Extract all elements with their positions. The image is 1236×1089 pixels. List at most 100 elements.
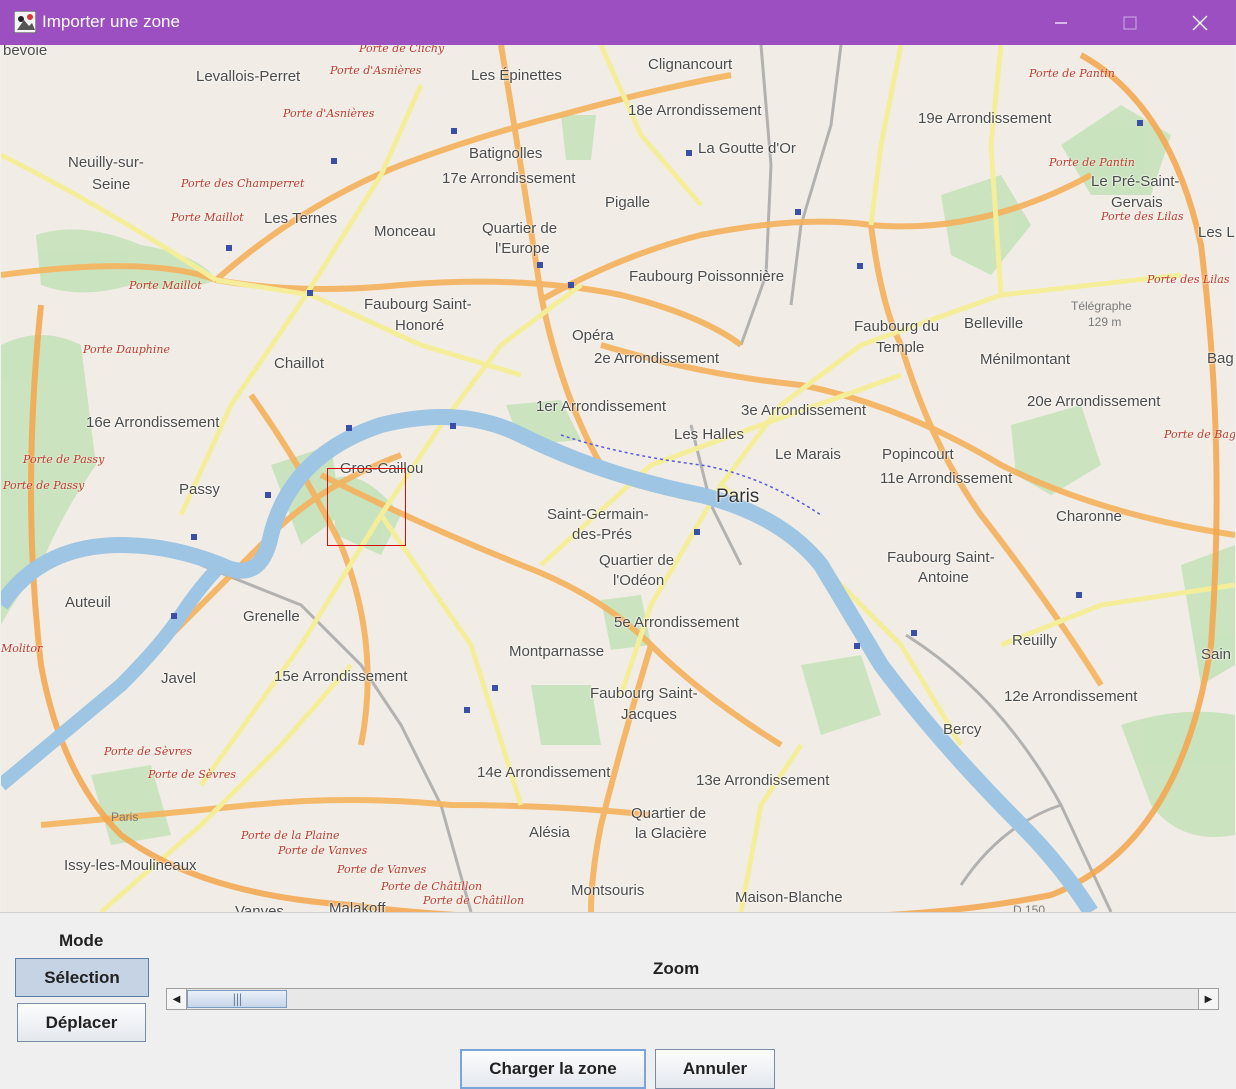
map-small-label: D 150 bbox=[1013, 903, 1046, 912]
selection-mode-button[interactable]: Sélection bbox=[15, 958, 149, 997]
gate-label: Porte de Passy bbox=[23, 453, 105, 466]
gate-label: Porte de la Plaine bbox=[241, 829, 340, 842]
map-label: Les L bbox=[1198, 224, 1235, 241]
map-label: Le Marais bbox=[775, 446, 841, 463]
map-label: l'Odéon bbox=[613, 572, 665, 589]
selection-rectangle[interactable] bbox=[327, 468, 406, 546]
map-label: 1er Arrondissement bbox=[536, 398, 667, 415]
scroll-right-button[interactable]: ▶ bbox=[1198, 988, 1219, 1010]
map-label: Charonne bbox=[1056, 508, 1122, 525]
map-small-label: Télégraphe bbox=[1071, 299, 1132, 313]
map-label: Saint-Germain- bbox=[547, 506, 649, 523]
gate-label: Porte de Vanves bbox=[278, 844, 368, 857]
map-label: Issy-les-Moulineaux bbox=[64, 857, 197, 874]
map-label: Popincourt bbox=[882, 446, 954, 463]
map-label: 14e Arrondissement bbox=[477, 764, 611, 781]
map-label: Faubourg du bbox=[854, 318, 940, 335]
map-label: bevoie bbox=[3, 45, 48, 59]
zoom-thumb[interactable]: ||| bbox=[187, 990, 287, 1008]
map-label: 17e Arrondissement bbox=[442, 170, 576, 187]
map-label: La Goutte d'Or bbox=[698, 140, 796, 157]
gate-label: Porte Maillot bbox=[171, 211, 244, 224]
map-label: Levallois-Perret bbox=[196, 68, 301, 85]
map-label: Neuilly-sur- bbox=[68, 154, 144, 171]
gate-label: Porte de Vanves bbox=[337, 863, 427, 876]
map-label: Temple bbox=[876, 339, 925, 356]
map-label: Sain bbox=[1201, 646, 1232, 663]
map-label: 16e Arrondissement bbox=[86, 414, 220, 431]
gate-label: Porte de Pantin bbox=[1029, 67, 1115, 80]
maximize-button[interactable] bbox=[1095, 0, 1165, 45]
gate-label: Porte de Bag bbox=[1164, 428, 1235, 441]
arrow-left-icon: ◀ bbox=[172, 993, 181, 1005]
map-view[interactable]: Levallois-Perret Les Épinettes Clignancour… bbox=[1, 45, 1235, 912]
map-label: Montsouris bbox=[571, 882, 645, 899]
map-label: Faubourg Saint- bbox=[590, 685, 698, 702]
grip-icon: ||| bbox=[232, 992, 242, 1006]
gate-label: Porte d'Asnières bbox=[283, 107, 375, 120]
map-label: Seine bbox=[92, 176, 131, 193]
zoom-track[interactable]: ||| bbox=[187, 988, 1198, 1010]
map-label: Quartier de bbox=[631, 805, 707, 822]
map-label: Monceau bbox=[374, 223, 436, 240]
map-label: 18e Arrondissement bbox=[628, 102, 762, 119]
map-label: Ménilmontant bbox=[980, 351, 1071, 368]
gate-label: Molitor bbox=[1, 642, 43, 655]
map-label: 12e Arrondissement bbox=[1004, 688, 1138, 705]
arrow-right-icon: ▶ bbox=[1204, 993, 1213, 1005]
app-icon bbox=[14, 11, 36, 33]
gate-label: Porte Maillot bbox=[129, 279, 202, 292]
map-label: 5e Arrondissement bbox=[614, 614, 740, 631]
map-label: Clignancourt bbox=[648, 56, 733, 73]
minimize-icon bbox=[1055, 21, 1067, 24]
map-label: Faubourg Saint- bbox=[364, 296, 472, 313]
load-zone-button[interactable]: Charger la zone bbox=[460, 1049, 646, 1089]
map-label: Faubourg Poissonnière bbox=[629, 268, 785, 285]
map-label: 11e Arrondissement bbox=[880, 470, 1013, 487]
map-label: Maison-Blanche bbox=[735, 889, 843, 906]
map-label: 13e Arrondissement bbox=[696, 772, 830, 789]
gate-label: Porte de Châtillon bbox=[381, 880, 483, 893]
map-label: Reuilly bbox=[1012, 632, 1058, 649]
zoom-label: Zoom bbox=[653, 959, 700, 978]
map-label: Malakoff bbox=[329, 900, 386, 912]
map-label: Vanves bbox=[235, 903, 284, 912]
map-background bbox=[1, 45, 1235, 912]
map-label: 19e Arrondissement bbox=[918, 110, 1052, 127]
map-label: Belleville bbox=[964, 315, 1024, 332]
zoom-scrollbar[interactable]: ◀ ||| ▶ bbox=[166, 988, 1219, 1012]
map-label: la Glacière bbox=[635, 825, 707, 842]
gate-label: Porte de Châtillon bbox=[423, 894, 525, 907]
gate-label: Porte des Champerret bbox=[181, 177, 305, 190]
map-label: l'Europe bbox=[495, 240, 550, 257]
map-label: 2e Arrondissement bbox=[594, 350, 720, 367]
map-label: Le Pré-Saint- bbox=[1091, 173, 1180, 190]
cancel-button[interactable]: Annuler bbox=[655, 1049, 775, 1089]
control-panel: Mode Sélection Déplacer Zoom ◀ ||| ▶ Cha… bbox=[0, 912, 1236, 1089]
map-label: Opéra bbox=[572, 327, 614, 344]
map-label: des-Prés bbox=[572, 526, 633, 543]
gate-label: Porte de Sèvres bbox=[148, 768, 236, 781]
minimize-button[interactable] bbox=[1026, 0, 1096, 45]
map-label: 15e Arrondissement bbox=[274, 668, 408, 685]
scroll-left-button[interactable]: ◀ bbox=[166, 988, 187, 1010]
move-mode-button[interactable]: Déplacer bbox=[17, 1003, 146, 1042]
map-label: Les Épinettes bbox=[471, 67, 562, 84]
map-label: Bercy bbox=[943, 721, 982, 738]
map-label: Les Halles bbox=[674, 426, 745, 443]
gate-label: Porte de Sèvres bbox=[104, 745, 192, 758]
window-title: Importer une zone bbox=[42, 12, 180, 31]
gate-label: Porte des Lilas bbox=[1147, 273, 1230, 286]
map-label: Paris bbox=[716, 486, 760, 507]
map-label: Pigalle bbox=[605, 194, 651, 211]
map-label: Grenelle bbox=[243, 608, 300, 625]
map-label: Antoine bbox=[918, 569, 969, 586]
gate-label: Porte de Pantin bbox=[1049, 156, 1135, 169]
maximize-icon bbox=[1123, 15, 1137, 30]
map-label: 3e Arrondissement bbox=[741, 402, 867, 419]
gate-label: Porte d'Asnières bbox=[330, 64, 422, 77]
map-label: Quartier de bbox=[599, 552, 675, 569]
close-button[interactable] bbox=[1165, 0, 1235, 45]
map-label: Honoré bbox=[395, 317, 445, 334]
map-label: Passy bbox=[179, 481, 220, 498]
